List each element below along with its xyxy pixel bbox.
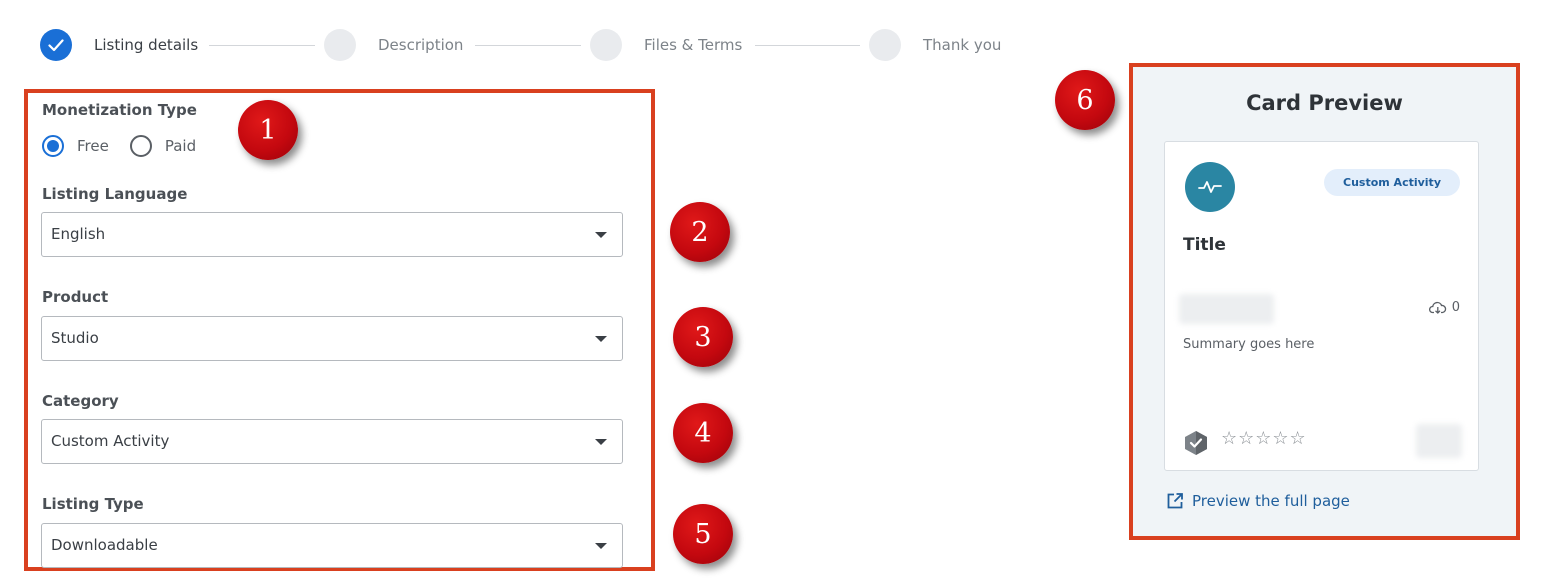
- listing-details-form: Monetization Type Free Paid Listing Lang…: [24, 89, 655, 571]
- caret-down-icon: [595, 439, 607, 445]
- select-value: Studio: [51, 329, 99, 347]
- check-icon: [40, 29, 72, 61]
- listing-language-select[interactable]: English: [41, 212, 623, 257]
- category-label: Category: [42, 392, 119, 410]
- cloud-download-icon: [1428, 301, 1446, 314]
- step-files-terms[interactable]: Files & Terms: [590, 29, 742, 61]
- card-title: Title: [1183, 235, 1226, 255]
- verified-shield-icon: [1185, 431, 1207, 455]
- caret-down-icon: [595, 336, 607, 342]
- preview-link-label[interactable]: Preview the full page: [1192, 492, 1350, 510]
- card-preview-panel: Card Preview Custom Activity Title 0 Sum…: [1129, 63, 1520, 540]
- select-value: Custom Activity: [51, 432, 170, 450]
- activity-pulse-icon: [1185, 162, 1235, 212]
- card-summary: Summary goes here: [1183, 337, 1315, 352]
- step-connector: [475, 45, 581, 46]
- marker-4: 4: [673, 403, 733, 463]
- step-description[interactable]: Description: [324, 29, 463, 61]
- blurred-author: [1179, 294, 1274, 324]
- product-select[interactable]: Studio: [41, 316, 623, 361]
- radio-paid-label[interactable]: Paid: [165, 137, 196, 155]
- step-connector: [209, 45, 315, 46]
- downloads-count: 0: [1428, 300, 1460, 315]
- monetization-radio-group: Free Paid: [42, 135, 217, 157]
- radio-free-label[interactable]: Free: [77, 137, 109, 155]
- step-circle: [590, 29, 622, 61]
- step-circle: [324, 29, 356, 61]
- step-label: Listing details: [94, 36, 199, 54]
- step-label: Thank you: [923, 36, 1002, 54]
- marker-2: 2: [670, 202, 730, 262]
- step-label: Files & Terms: [644, 36, 743, 54]
- radio-paid[interactable]: [129, 135, 152, 157]
- step-connector: [755, 45, 860, 46]
- external-link-icon: [1167, 493, 1183, 509]
- select-value: Downloadable: [51, 536, 158, 554]
- step-listing-details[interactable]: Listing details: [40, 29, 198, 61]
- step-thank-you[interactable]: Thank you: [869, 29, 1001, 61]
- marker-6: 6: [1055, 70, 1115, 130]
- card-preview-heading: Card Preview: [1246, 91, 1403, 115]
- monetization-type-label: Monetization Type: [42, 101, 197, 119]
- category-select[interactable]: Custom Activity: [41, 419, 623, 464]
- radio-selected-dot: [47, 140, 59, 152]
- rating-stars: ☆☆☆☆☆: [1221, 428, 1307, 449]
- step-circle: [869, 29, 901, 61]
- marker-5: 5: [673, 504, 733, 564]
- marker-3: 3: [673, 307, 733, 367]
- caret-down-icon: [595, 543, 607, 549]
- listing-type-label: Listing Type: [42, 495, 144, 513]
- product-label: Product: [42, 288, 109, 306]
- select-value: English: [51, 225, 106, 243]
- blurred-price: [1416, 424, 1462, 458]
- caret-down-icon: [595, 232, 607, 238]
- listing-language-label: Listing Language: [42, 185, 188, 203]
- listing-card: Custom Activity Title 0 Summary goes her…: [1164, 141, 1479, 471]
- category-badge: Custom Activity: [1324, 169, 1460, 196]
- downloads-value: 0: [1451, 300, 1460, 315]
- marker-1: 1: [238, 100, 298, 160]
- step-label: Description: [378, 36, 464, 54]
- radio-free[interactable]: [42, 135, 64, 157]
- preview-full-page-link[interactable]: Preview the full page: [1166, 492, 1350, 510]
- listing-type-select[interactable]: Downloadable: [41, 523, 623, 568]
